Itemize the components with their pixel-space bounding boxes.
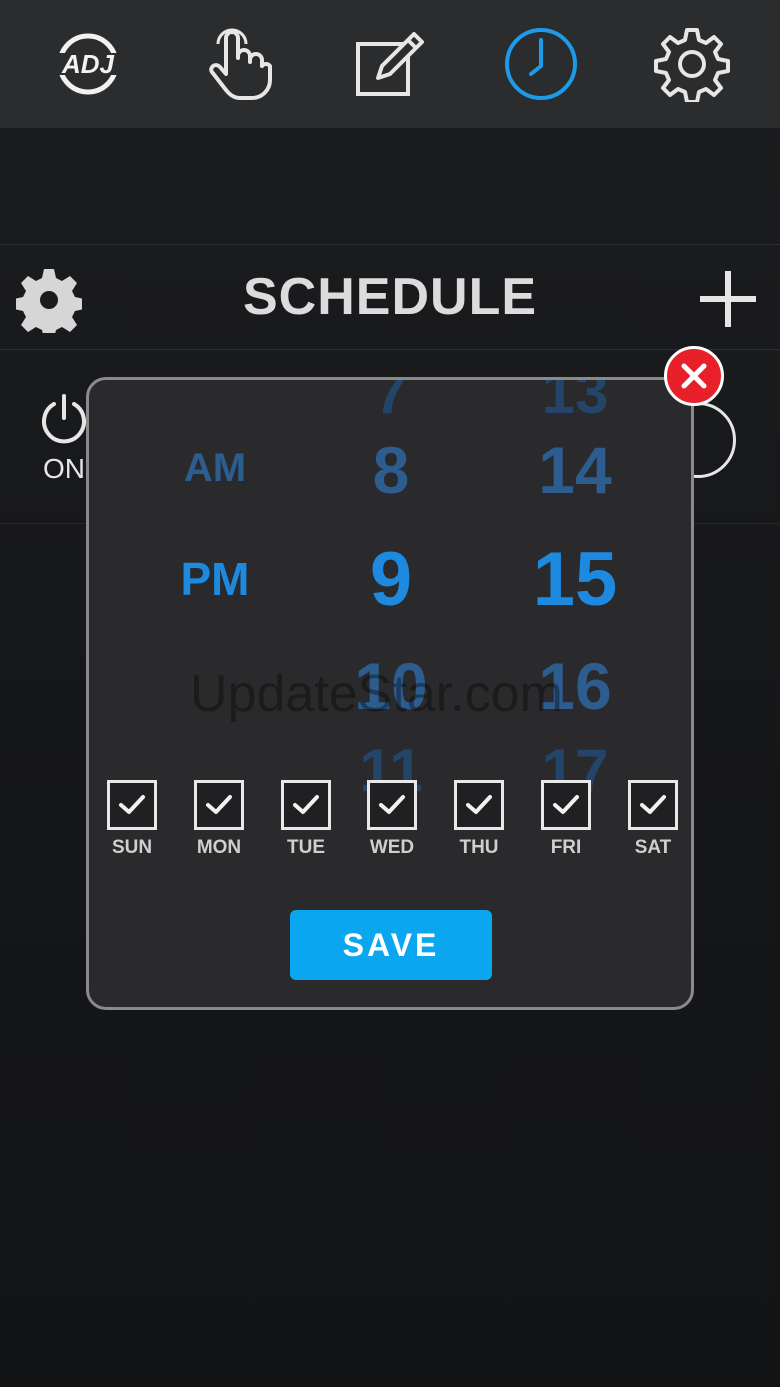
checkbox[interactable] [194, 780, 244, 830]
minute-selected[interactable]: 15 [533, 536, 618, 623]
close-dialog-button[interactable] [664, 346, 724, 406]
schedule-header: SCHEDULE [0, 244, 780, 350]
check-icon [379, 795, 405, 814]
top-nav-bar: ADJ [0, 0, 780, 128]
minute-option[interactable]: 13 [542, 380, 609, 427]
power-label: ON [43, 453, 85, 484]
checkbox[interactable] [107, 780, 157, 830]
save-button[interactable]: SAVE [290, 910, 492, 980]
adj-logo: ADJ [44, 33, 131, 95]
day-label: MON [196, 837, 242, 858]
check-icon [206, 795, 232, 814]
day-label: THU [459, 837, 499, 858]
check-icon [553, 795, 579, 814]
checkbox[interactable] [541, 780, 591, 830]
logo-text: ADJ [61, 49, 115, 79]
nav-tab-settings[interactable] [644, 16, 740, 112]
day-checkbox-fri[interactable]: FRI [531, 780, 601, 859]
day-label: SUN [111, 837, 153, 858]
day-checkbox-tue[interactable]: TUE [271, 780, 341, 859]
power-toggle[interactable]: ON [34, 392, 94, 492]
schedule-settings-icon[interactable] [16, 267, 82, 333]
hour-option[interactable]: 8 [373, 432, 410, 508]
day-checkbox-wed[interactable]: WED [357, 780, 427, 859]
checkbox[interactable] [281, 780, 331, 830]
minute-option[interactable]: 14 [538, 432, 611, 508]
ampm-option[interactable]: AM [184, 446, 246, 491]
power-icon [42, 394, 86, 444]
watermark: UpdateStar.com [190, 665, 563, 723]
nav-tab-home[interactable]: ADJ [40, 16, 136, 112]
day-label: WED [369, 837, 415, 858]
checkbox[interactable] [628, 780, 678, 830]
day-label: FRI [550, 837, 582, 858]
clock-icon [505, 28, 578, 100]
nav-tab-touch[interactable] [191, 16, 287, 112]
check-icon [640, 795, 666, 814]
nav-tab-schedule[interactable] [493, 16, 589, 112]
add-schedule-icon[interactable] [694, 265, 762, 333]
weekday-selector: SUN MON TUE WED THU FRI SAT [89, 780, 691, 870]
page-title: SCHEDULE [242, 268, 538, 326]
day-label: SAT [634, 837, 672, 858]
edit-icon [355, 32, 424, 96]
day-checkbox-thu[interactable]: THU [444, 780, 514, 859]
nav-tab-edit[interactable] [342, 16, 438, 112]
check-icon [466, 795, 492, 814]
checkbox[interactable] [454, 780, 504, 830]
gear-icon [654, 28, 731, 102]
hour-selected[interactable]: 9 [370, 536, 412, 623]
day-label: TUE [287, 837, 325, 858]
check-icon [119, 795, 145, 814]
day-checkbox-mon[interactable]: MON [184, 780, 254, 859]
ampm-selected[interactable]: PM [181, 552, 250, 606]
hour-option[interactable]: 7 [374, 380, 407, 427]
checkbox[interactable] [367, 780, 417, 830]
touch-icon [209, 28, 272, 100]
day-checkbox-sun[interactable]: SUN [97, 780, 167, 859]
day-checkbox-sat[interactable]: SAT [618, 780, 688, 859]
close-icon [681, 363, 707, 389]
check-icon [293, 795, 319, 814]
